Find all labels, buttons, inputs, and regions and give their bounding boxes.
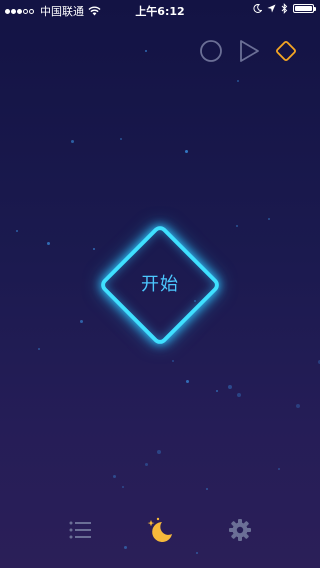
star xyxy=(16,230,18,232)
star xyxy=(186,380,189,383)
star xyxy=(38,348,40,350)
star xyxy=(206,488,208,490)
star xyxy=(157,450,161,454)
star xyxy=(185,150,188,153)
star xyxy=(278,468,280,470)
star xyxy=(216,390,218,392)
moon-status-icon xyxy=(253,4,262,13)
status-bar: 中国联通 上午6:12 xyxy=(0,0,320,20)
star xyxy=(145,463,148,466)
diamond-mode-button[interactable] xyxy=(272,37,300,65)
night-mode-button[interactable] xyxy=(145,514,175,544)
star xyxy=(71,140,74,143)
star xyxy=(172,360,174,362)
circle-icon xyxy=(200,40,222,62)
circle-mode-button[interactable] xyxy=(197,37,225,65)
moon-stars-icon xyxy=(147,517,172,542)
star xyxy=(47,242,50,245)
star xyxy=(237,80,239,82)
star xyxy=(145,50,147,52)
settings-button[interactable] xyxy=(226,516,254,544)
status-right xyxy=(253,3,316,14)
list-button[interactable] xyxy=(66,516,94,544)
bluetooth-icon xyxy=(281,3,288,14)
start-label: 开始 xyxy=(141,274,179,295)
star xyxy=(296,404,300,408)
location-arrow-icon xyxy=(267,4,276,13)
star xyxy=(122,486,124,488)
star xyxy=(236,225,238,227)
star xyxy=(124,546,127,549)
app-screen: { "status_bar": { "carrier": "中国联通", "ti… xyxy=(0,0,320,568)
star xyxy=(196,552,198,554)
list-icon xyxy=(69,521,91,539)
diamond-icon xyxy=(276,41,296,61)
star xyxy=(113,475,116,478)
start-button[interactable]: 开始 xyxy=(85,210,235,360)
play-triangle-icon xyxy=(240,40,259,62)
star xyxy=(237,393,241,397)
star xyxy=(228,385,232,389)
triangle-mode-button[interactable] xyxy=(235,37,263,65)
gear-icon xyxy=(229,519,251,541)
star xyxy=(80,320,83,323)
star xyxy=(268,218,270,220)
star xyxy=(120,138,122,140)
battery-icon xyxy=(293,4,316,13)
